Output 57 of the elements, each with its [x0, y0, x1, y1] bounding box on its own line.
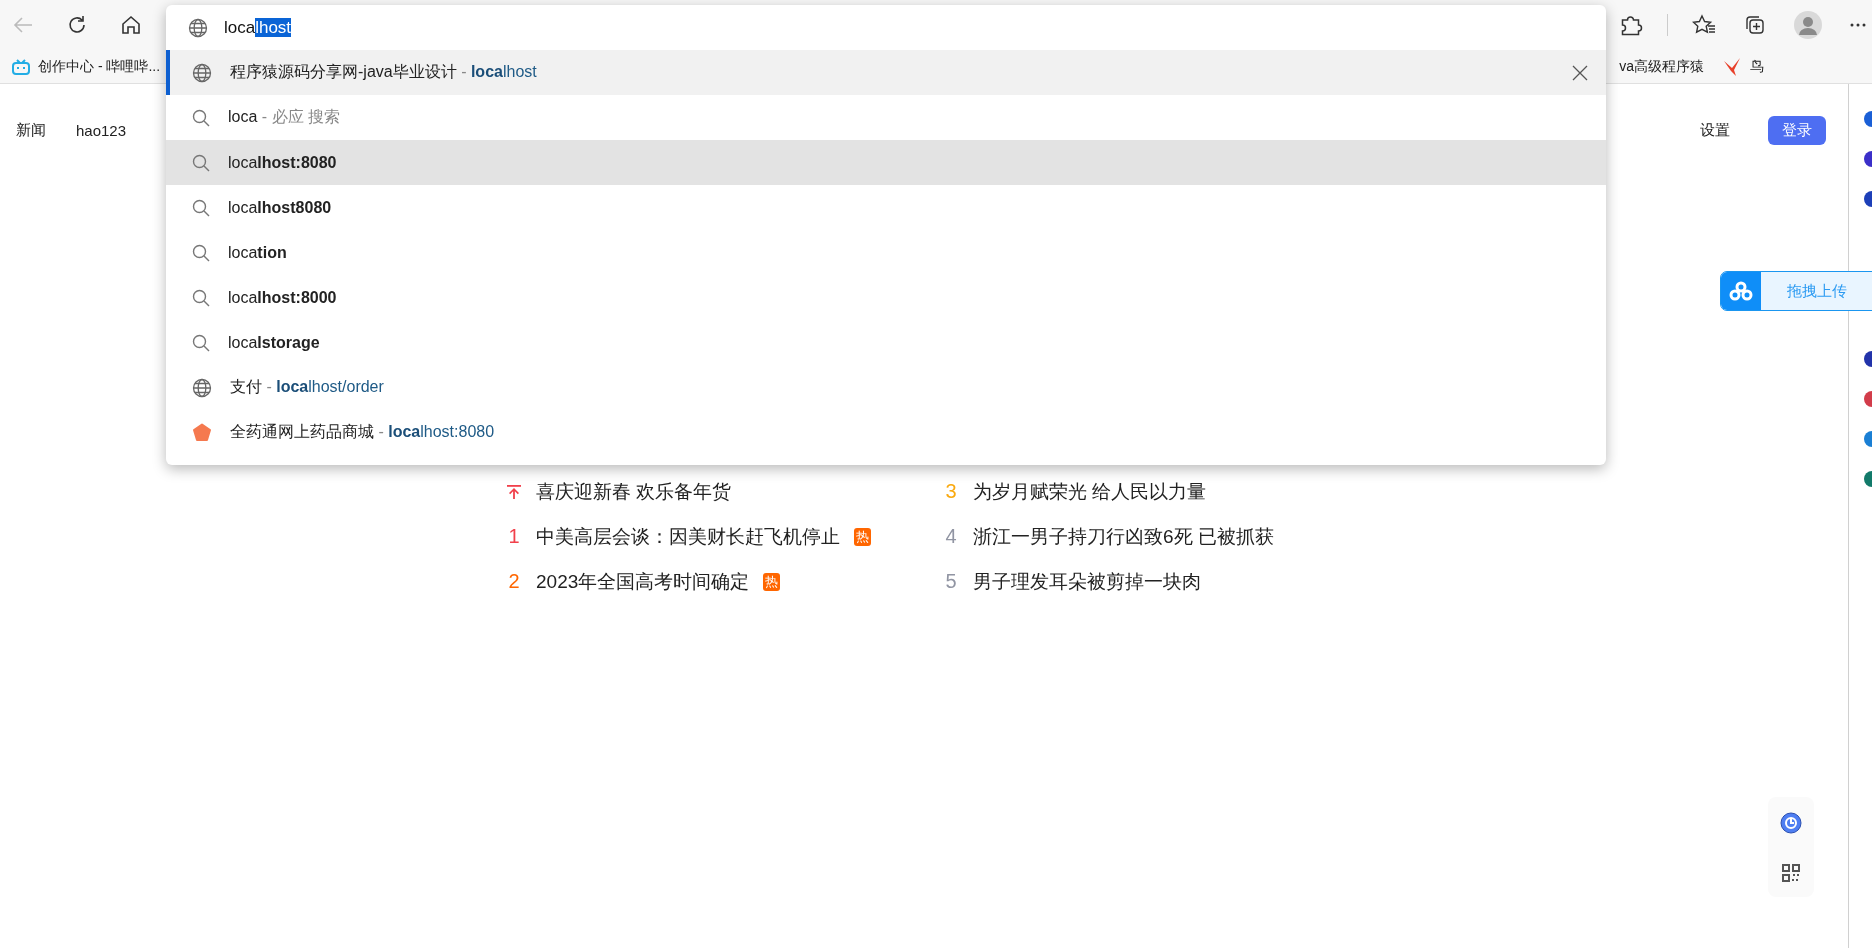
collections-icon	[1744, 14, 1766, 36]
clock-icon[interactable]	[1780, 811, 1802, 834]
app-icon[interactable]	[1862, 390, 1872, 408]
home-icon	[120, 14, 142, 36]
search-icon	[192, 288, 210, 307]
news-link[interactable]: 浙江一男子持刀行凶致6死 已被抓获	[973, 523, 1274, 550]
globe-icon	[192, 377, 212, 398]
search-icon	[192, 243, 210, 262]
qr-code-icon[interactable]	[1781, 862, 1801, 883]
rank-number: 3	[944, 480, 958, 503]
rank-number: 1	[507, 525, 521, 548]
app-icon[interactable]	[1862, 430, 1872, 448]
suggestion-item[interactable]: localhost:8080	[166, 140, 1606, 185]
nav-link[interactable]: hao123	[76, 121, 127, 139]
app-icon[interactable]	[1862, 110, 1872, 128]
suggestion-item[interactable]: 支付 - localhost/order	[166, 365, 1606, 410]
puzzle-icon	[1621, 14, 1643, 36]
hot-badge: 热	[763, 572, 781, 591]
globe-icon	[188, 17, 208, 38]
login-button[interactable]: 登录	[1768, 115, 1826, 145]
app-icon[interactable]	[1862, 470, 1872, 488]
rank-number: 5	[944, 570, 958, 593]
search-icon	[192, 153, 210, 172]
cloud-icon	[1729, 281, 1753, 301]
bookmark-item[interactable]: va高级程序猿	[1615, 55, 1708, 78]
search-icon	[192, 108, 210, 127]
settings-link[interactable]: 设置	[1700, 120, 1730, 140]
search-icon	[192, 198, 210, 217]
news-link[interactable]: 中美高层会谈：因美财长赶飞机停止	[536, 523, 840, 550]
hot-badge: 热	[854, 527, 871, 546]
rank-number: 4	[944, 525, 958, 548]
rank-number: 2	[507, 570, 521, 593]
pentagon-icon	[192, 422, 212, 443]
refresh-icon	[66, 14, 88, 36]
suggestion-item[interactable]: loca - 必应 搜索	[166, 95, 1606, 140]
news-link[interactable]: 喜庆迎新春 欢乐备年货	[536, 478, 732, 505]
app-icon[interactable]	[1862, 350, 1872, 368]
app-icon[interactable]	[1862, 190, 1872, 208]
news-link[interactable]: 男子理发耳朵被剪掉一块肉	[973, 568, 1201, 595]
suggestion-item[interactable]: localstorage	[166, 320, 1606, 365]
bookmark-item[interactable]: 鸟	[1718, 54, 1768, 79]
search-icon	[192, 333, 210, 352]
suggestion-item[interactable]: 程序猿源码分享网-java毕业设计 - localhost	[166, 50, 1606, 95]
news-link[interactable]: 为岁月赋荣光 给人民以力量	[973, 478, 1207, 505]
nav-link[interactable]: 新闻	[16, 120, 46, 140]
news-link[interactable]: 2023年全国高考时间确定	[536, 568, 750, 595]
suggestion-item[interactable]: localhost8080	[166, 185, 1606, 230]
globe-icon	[192, 62, 212, 83]
star-list-icon	[1692, 14, 1716, 36]
more-icon	[1850, 22, 1866, 28]
tv-icon	[12, 58, 30, 75]
suggestion-item[interactable]: localhost:8000	[166, 275, 1606, 320]
suggestion-item[interactable]: location	[166, 230, 1606, 275]
bookmark-item[interactable]: 创作中心 - 哔哩哔...	[8, 55, 165, 78]
app-icon[interactable]	[1862, 150, 1872, 168]
suggestion-item[interactable]: 全药通网上药品商城 - localhost:8080	[166, 410, 1606, 455]
avatar-icon	[1794, 11, 1822, 39]
